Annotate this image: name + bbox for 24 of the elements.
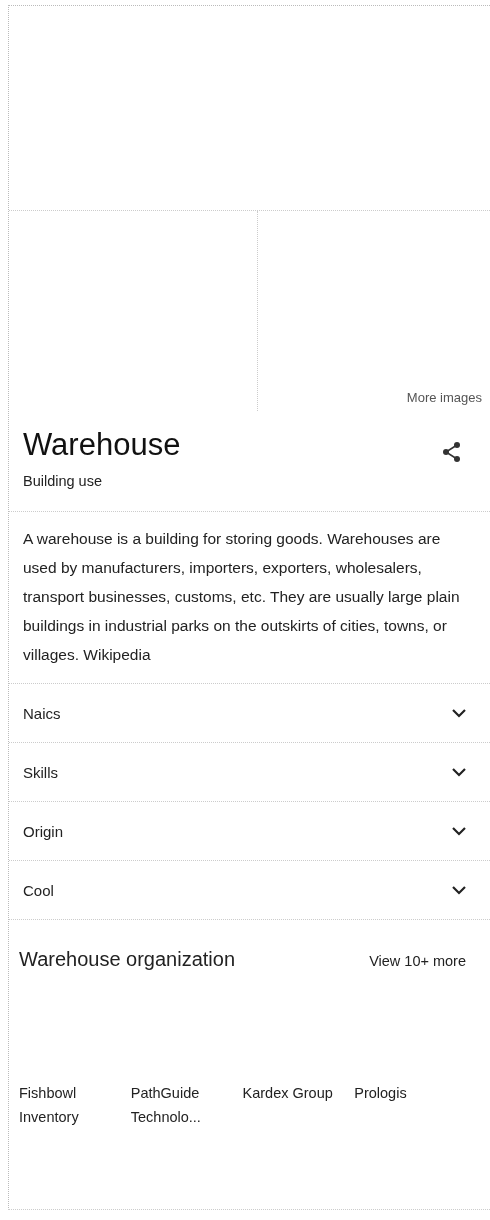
source-link[interactable]: Wikipedia [83, 646, 151, 663]
section-title: Warehouse organization [19, 948, 236, 971]
more-images-link[interactable]: More images [406, 390, 482, 405]
attribute-label: Origin [23, 822, 63, 840]
organization-link[interactable]: Fishbowl Inventory [19, 1081, 131, 1129]
attribute-label: Naics [23, 704, 61, 722]
entity-subtitle: Building use [23, 473, 103, 489]
view-more-link[interactable]: View 10+ more [369, 953, 466, 969]
attribute-row[interactable]: Skills [9, 743, 490, 802]
chevron-icon [452, 826, 466, 836]
attribute-row[interactable]: Naics [9, 684, 490, 743]
attribute-row[interactable]: Cool [9, 861, 490, 920]
entity-title: Warehouse [23, 427, 182, 463]
attribute-row[interactable]: Origin [9, 802, 490, 861]
attribute-label: Cool [23, 881, 54, 899]
organization-link[interactable]: Kardex Group [242, 1081, 355, 1105]
chevron-icon [452, 767, 466, 777]
share-icon[interactable] [442, 441, 462, 463]
attribute-label: Skills [23, 763, 58, 781]
organization-link[interactable]: Prologis [354, 1081, 466, 1105]
description-paragraph: A warehouse is a building for storing goods. Warehouses are used by manufacturers, importers, exporters, wholesalers, transport businesses, customs, etc. They are usually large plain buildings in industrial parks on the outskirts of cities, towns, or villages. Wikipedia [23, 529, 461, 665]
chevron-icon [452, 708, 466, 718]
organization-link[interactable]: PathGuide Technolo... [130, 1081, 243, 1129]
chevron-icon [452, 885, 466, 895]
